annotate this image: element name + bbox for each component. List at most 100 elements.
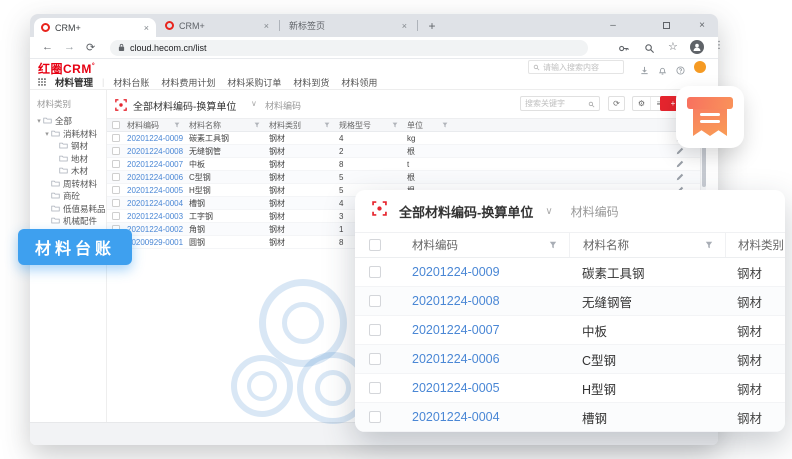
material-name: H型钢 [189,185,211,196]
row-checkbox[interactable] [112,186,120,194]
preview-row-checkbox[interactable] [369,411,381,423]
funnel-icon[interactable] [254,121,260,130]
preview-table-row[interactable]: 20201224-0005H型钢钢材 [355,374,785,403]
funnel-icon[interactable] [442,121,448,130]
tree-node[interactable]: ▾全部 [30,115,106,128]
preview-row-checkbox[interactable] [369,295,381,307]
table-row[interactable]: 20201224-0009碳素工具钢钢材4kg [107,132,700,145]
tree-node[interactable]: 商砼 [30,190,106,203]
tree-node[interactable]: 木材 [30,165,106,178]
preview-table-row[interactable]: 20201224-0006C型钢钢材 [355,345,785,374]
material-code-link[interactable]: 20201224-0008 [127,147,183,156]
lock-icon [118,39,125,57]
row-checkbox[interactable] [112,212,120,220]
row-checkbox[interactable] [112,147,120,155]
preview-table-row[interactable]: 20201224-0008无缝钢管钢材 [355,287,785,316]
caret-down-icon[interactable]: ▾ [43,130,51,138]
table-header: 材料编码材料名称材料类别规格型号单位 [107,118,700,132]
row-checkbox[interactable] [112,134,120,142]
view-name[interactable]: 材料编码 [265,99,301,112]
material-code-link[interactable]: 20201224-0003 [127,212,183,221]
chevron-down-icon[interactable]: ∨ [251,99,257,108]
forward-icon[interactable]: → [64,41,75,53]
nav-item[interactable]: 材料领用 [341,76,377,89]
material-code-link[interactable]: 20201224-0007 [412,323,500,337]
material-code-link[interactable]: 20201224-0006 [127,173,183,182]
nav-item[interactable]: 材料费用计划 [161,76,215,89]
new-tab-button[interactable]: + [424,18,440,34]
star-icon[interactable]: ☆ [668,40,678,53]
browser-tab[interactable]: 新标签页× [282,14,414,37]
tree-node[interactable]: ▾消耗材料 [30,128,106,141]
funnel-icon[interactable] [392,121,398,130]
browser-tab[interactable]: CRM+× [158,14,276,37]
chevron-down-icon[interactable]: ∨ [545,206,552,217]
nav-item[interactable]: 材料台账 [113,76,149,89]
refresh-icon[interactable]: ⟳ [86,41,95,54]
material-code-link[interactable]: 20201224-0005 [412,381,500,395]
url-field[interactable]: cloud.hecom.cn/list [110,40,588,56]
funnel-icon[interactable] [549,236,557,254]
preview-table-row[interactable]: 20201224-0009碳素工具钢钢材 [355,258,785,287]
nav-item[interactable]: 材料采购订单 [227,76,281,89]
material-code-link[interactable]: 20201224-0009 [412,265,500,279]
tree-node[interactable]: 低值易耗品 [30,203,106,216]
profile-icon[interactable] [690,40,704,54]
preview-row-checkbox[interactable] [369,353,381,365]
material-code-link[interactable]: 20201224-0006 [412,352,500,366]
red-circle-favicon [165,21,174,30]
caret-down-icon[interactable]: ▾ [35,117,43,125]
material-code-link[interactable]: 20201224-0004 [412,410,500,424]
tab-close-icon[interactable]: × [144,23,149,33]
menu-dots-icon[interactable]: ⋮ [714,40,724,51]
back-icon[interactable]: ← [42,41,53,53]
funnel-icon[interactable] [174,121,180,130]
nav-item[interactable]: 材料到货 [293,76,329,89]
zoom-icon[interactable] [644,41,655,59]
global-search-input[interactable]: 请输入搜索内容 [528,60,624,74]
logo-mark: ° [92,63,95,70]
tree-node[interactable]: 地材 [30,153,106,166]
material-code-link[interactable]: 20201224-0008 [412,294,500,308]
window-maximize-button[interactable] [658,17,674,33]
funnel-icon[interactable] [705,236,713,254]
tree-node[interactable]: 周转材料 [30,178,106,191]
table-cell: 20201224-0004 [127,199,189,208]
user-avatar[interactable] [694,61,706,73]
preview-table-row[interactable]: 20201224-0007中板钢材 [355,316,785,345]
refresh-button[interactable]: ⟳ [608,96,625,111]
preview-row-checkbox[interactable] [369,324,381,336]
window-minimize-button[interactable]: – [605,17,621,33]
preview-view-name[interactable]: 材料编码 [571,203,619,220]
window-close-button[interactable]: × [694,17,710,33]
preview-table-row[interactable]: 20201224-0004槽钢钢材 [355,403,785,432]
gear-icon[interactable]: ⚙ [633,97,650,110]
preview-select-all-checkbox[interactable] [369,239,381,251]
preview-toolbar: 全部材料编码-换算单位 ∨ 材料编码 [355,190,785,232]
material-code-link[interactable]: 20201224-0002 [127,225,183,234]
material-code-link[interactable]: 20201224-0004 [127,199,183,208]
material-code-link[interactable]: 20201224-0007 [127,160,183,169]
tree-node[interactable]: 钢材 [30,140,106,153]
material-code-link[interactable]: 20201224-0005 [127,186,183,195]
funnel-icon[interactable] [324,121,330,130]
grid-icon[interactable] [38,73,46,91]
table-row[interactable]: 20201224-0007中板钢材8t [107,158,700,171]
row-checkbox[interactable] [112,199,120,207]
table-row[interactable]: 20201224-0006C型钢钢材5根 [107,171,700,184]
tab-close-icon[interactable]: × [264,21,269,31]
key-icon[interactable] [618,41,629,59]
preview-row-checkbox[interactable] [369,382,381,394]
material-code-link[interactable]: 20200929-0001 [127,238,183,247]
tree-node[interactable]: 机械配件 [30,215,106,228]
preview-row-checkbox[interactable] [369,266,381,278]
browser-tab[interactable]: CRM+× [34,18,156,37]
material-code-link[interactable]: 20201224-0009 [127,134,183,143]
list-search-input[interactable]: 搜索关键字 [520,96,600,111]
tab-close-icon[interactable]: × [402,21,407,31]
select-all-checkbox[interactable] [112,121,120,129]
row-checkbox[interactable] [112,160,120,168]
category-tree: ▾全部▾消耗材料钢材地材木材周转材料商砼低值易耗品机械配件 [30,115,106,228]
table-row[interactable]: 20201224-0008无缝钢管钢材2根 [107,145,700,158]
row-checkbox[interactable] [112,173,120,181]
